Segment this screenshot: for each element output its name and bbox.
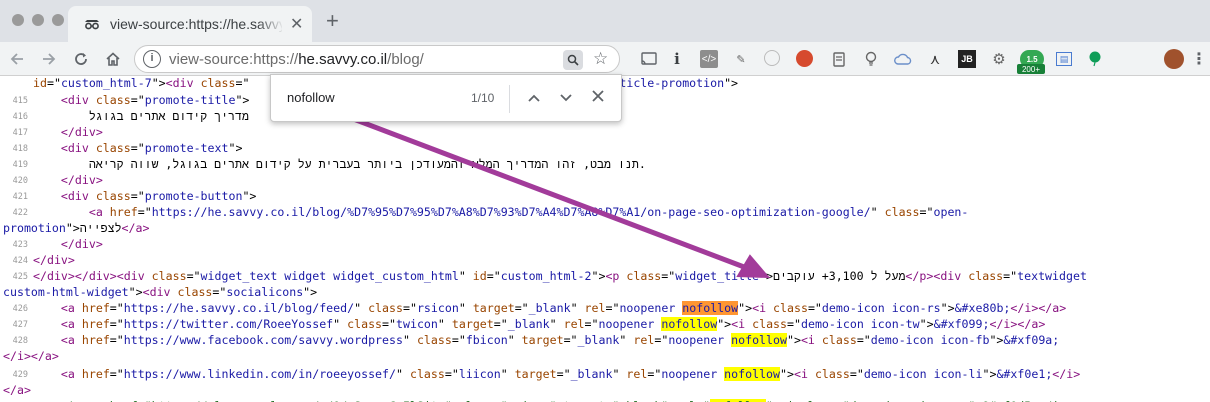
source-line: </div> [60,173,103,187]
tab-close-icon[interactable]: ✕ [290,14,303,34]
maximize-window-button[interactable] [52,14,64,26]
reload-icon[interactable] [70,48,92,70]
info-icon[interactable]: i [143,50,161,68]
source-line: </div> [60,125,103,139]
cloud-extension-icon[interactable] [894,50,912,68]
minimize-window-button[interactable] [32,14,44,26]
source-line: </a> [3,383,31,397]
find-bar: nofollow 1/10 [270,74,622,122]
home-icon[interactable] [102,48,124,70]
source-line: <a href="https://www.linkedin.com/in/roe… [60,367,1081,381]
code-extension-icon[interactable]: </> [700,50,718,68]
url-text: view-source:https://he.savvy.co.il/blog/ [169,51,424,68]
doc-extension-icon[interactable] [830,50,848,68]
profile-avatar[interactable] [1164,49,1184,69]
source-view: id="custom_html-7"><div class=" rticle-p… [0,76,1210,402]
source-line: <a href="https://he.savvy.co.il/blog/%D7… [88,205,969,219]
bookmark-star-icon[interactable]: ☆ [593,49,608,69]
address-bar[interactable]: i view-source:https://he.savvy.co.il/blo… [134,45,620,73]
source-line: <div class="promote-title"> [60,93,250,107]
circle-extension-icon[interactable] [764,50,780,66]
source-line: </div> [33,253,75,267]
compass-extension-icon[interactable]: ⋏ [926,50,944,68]
balloon-extension-icon[interactable] [1086,50,1104,68]
card-extension-icon[interactable]: ▤ [1056,52,1072,66]
find-in-page-icon[interactable] [563,50,583,70]
tab-strip: view-source:https://he.savvy.c ✕ + [0,0,1210,42]
source-line: <a href="https://he.savvy.co.il/blog/fee… [60,301,1067,315]
source-line: <a href="https://twitter.com/RoeeYossef"… [60,317,1046,331]
incognito-glasses-icon [85,20,99,30]
source-line: custom-html-widget"><div class="socialic… [3,285,318,299]
back-arrow-icon[interactable] [6,48,28,70]
tab-title: view-source:https://he.savvy.c [110,16,282,32]
find-previous-chevron-up-icon[interactable] [523,87,545,109]
source-line: </i></a> [3,349,59,363]
source-line: promotion">לצפייה</a> [3,221,150,235]
source-line: <div class="promote-button"> [60,189,257,203]
source-line: <a href="https://www.facebook.com/savvy.… [60,333,1060,347]
close-window-button[interactable] [12,14,24,26]
browser-toolbar: i view-source:https://he.savvy.co.il/blo… [0,42,1210,76]
gear-extension-icon[interactable]: ⚙ [990,50,1008,68]
source-line: </div> [60,237,103,251]
bulb-extension-icon[interactable] [862,50,880,68]
source-line: </div></div><div class="widget_text widg… [33,269,1087,283]
cast-icon[interactable] [640,50,658,68]
source-line: <div class="promote-text"> [60,141,243,155]
jb-extension-icon[interactable]: JB [958,50,976,68]
browser-tab[interactable]: view-source:https://he.savvy.c ✕ [68,6,312,42]
info-extension-icon[interactable]: i [668,50,686,68]
forward-arrow-icon[interactable] [38,48,60,70]
source-line: מדריך קידום אתרים בגוגל [33,109,249,123]
hat-extension-icon[interactable]: ✎ [732,50,750,68]
menu-dots-icon[interactable]: ⋮ [1190,50,1208,68]
find-match-count: 1/10 [471,91,495,105]
avatar-extension-icon[interactable] [796,50,813,67]
badge-count: 200+ [1017,64,1045,74]
find-close-icon[interactable] [587,87,609,109]
find-input[interactable]: nofollow [287,90,335,105]
new-tab-button[interactable]: + [326,10,339,32]
source-line: תנו מבט, זהו המדריך המלא והמעודכן ביותר … [33,157,646,171]
find-next-chevron-down-icon[interactable] [555,87,577,109]
